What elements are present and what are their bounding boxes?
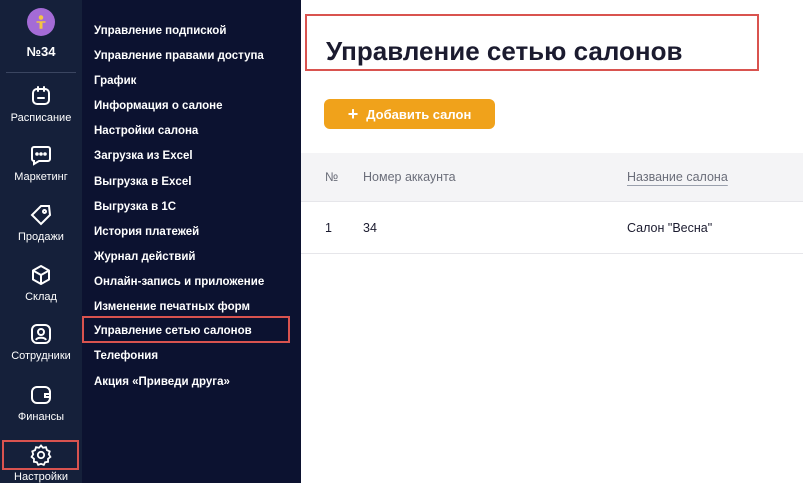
submenu-item-telephony[interactable]: Телефония xyxy=(94,350,158,362)
box-icon xyxy=(32,265,50,285)
submenu-item-access-rights[interactable]: Управление правами доступа xyxy=(94,50,264,62)
main-rail: №34 Расписание Маркетинг Продажи Склад С… xyxy=(0,0,82,483)
settings-highlight-frame xyxy=(2,440,79,470)
main-content: Управление сетью салонов + Добавить сало… xyxy=(301,0,803,483)
rail-item-label: Склад xyxy=(25,291,57,303)
submenu-item-1c-export[interactable]: Выгрузка в 1С xyxy=(94,201,176,213)
calendar-icon xyxy=(32,86,50,105)
rail-item-warehouse[interactable]: Склад xyxy=(0,263,82,321)
avatar[interactable] xyxy=(27,8,55,36)
rail-item-label: Финансы xyxy=(17,411,65,423)
rail-item-staff[interactable]: Сотрудники xyxy=(0,322,82,380)
submenu-item-excel-import[interactable]: Загрузка из Excel xyxy=(94,150,193,162)
rail-item-schedule[interactable]: Расписание xyxy=(0,84,82,142)
rail-divider xyxy=(6,72,76,73)
cell-salon-name: Салон "Весна" xyxy=(627,220,713,235)
submenu-item-action-log[interactable]: Журнал действий xyxy=(94,251,196,263)
submenu-highlight-frame xyxy=(82,316,290,343)
table-row[interactable]: 1 34 Салон "Весна" xyxy=(301,202,803,254)
submenu-item-referral[interactable]: Акция «Приведи друга» xyxy=(94,376,230,388)
tag-icon xyxy=(30,205,52,226)
chat-icon xyxy=(31,146,51,166)
add-salon-button[interactable]: + Добавить салон xyxy=(324,99,495,129)
table-header: № Номер аккаунта Название салона xyxy=(301,153,803,202)
cell-num: 1 xyxy=(325,220,332,235)
submenu-item-payment-history[interactable]: История платежей xyxy=(94,226,199,238)
rail-item-marketing[interactable]: Маркетинг xyxy=(0,143,82,201)
settings-submenu: Управление подпиской Управление правами … xyxy=(82,0,301,483)
rail-item-sales[interactable]: Продажи xyxy=(0,203,82,261)
account-number: №34 xyxy=(26,44,56,59)
submenu-item-subscription[interactable]: Управление подпиской xyxy=(94,25,226,37)
header-account: Номер аккаунта xyxy=(363,170,456,184)
app-root: №34 Расписание Маркетинг Продажи Склад С… xyxy=(0,0,803,483)
submenu-item-salon-settings[interactable]: Настройки салона xyxy=(94,125,198,137)
rail-item-finance[interactable]: Финансы xyxy=(0,383,82,441)
page-title: Управление сетью салонов xyxy=(326,36,683,66)
rail-item-label: Маркетинг xyxy=(14,171,68,183)
person-icon xyxy=(31,324,51,344)
header-num: № xyxy=(325,170,339,184)
add-salon-button-label: Добавить салон xyxy=(366,106,472,122)
submenu-item-schedule[interactable]: График xyxy=(94,75,136,87)
plus-icon: + xyxy=(347,104,359,124)
submenu-item-online-booking[interactable]: Онлайн-запись и приложение xyxy=(94,276,264,288)
rail-item-label: Сотрудники xyxy=(11,350,71,362)
submenu-item-print-forms[interactable]: Изменение печатных форм xyxy=(94,301,250,313)
wallet-icon xyxy=(31,386,51,404)
salons-table: № Номер аккаунта Название салона 1 34 Са… xyxy=(301,153,803,254)
rail-item-label: Продажи xyxy=(18,231,64,243)
rail-item-label: Настройки xyxy=(14,471,68,483)
user-avatar-icon xyxy=(36,15,46,29)
cell-account: 34 xyxy=(363,220,377,235)
submenu-item-salon-info[interactable]: Информация о салоне xyxy=(94,100,223,112)
submenu-item-excel-export[interactable]: Выгрузка в Excel xyxy=(94,176,191,188)
rail-item-label: Расписание xyxy=(10,112,72,124)
header-salon-name[interactable]: Название салона xyxy=(627,170,728,184)
